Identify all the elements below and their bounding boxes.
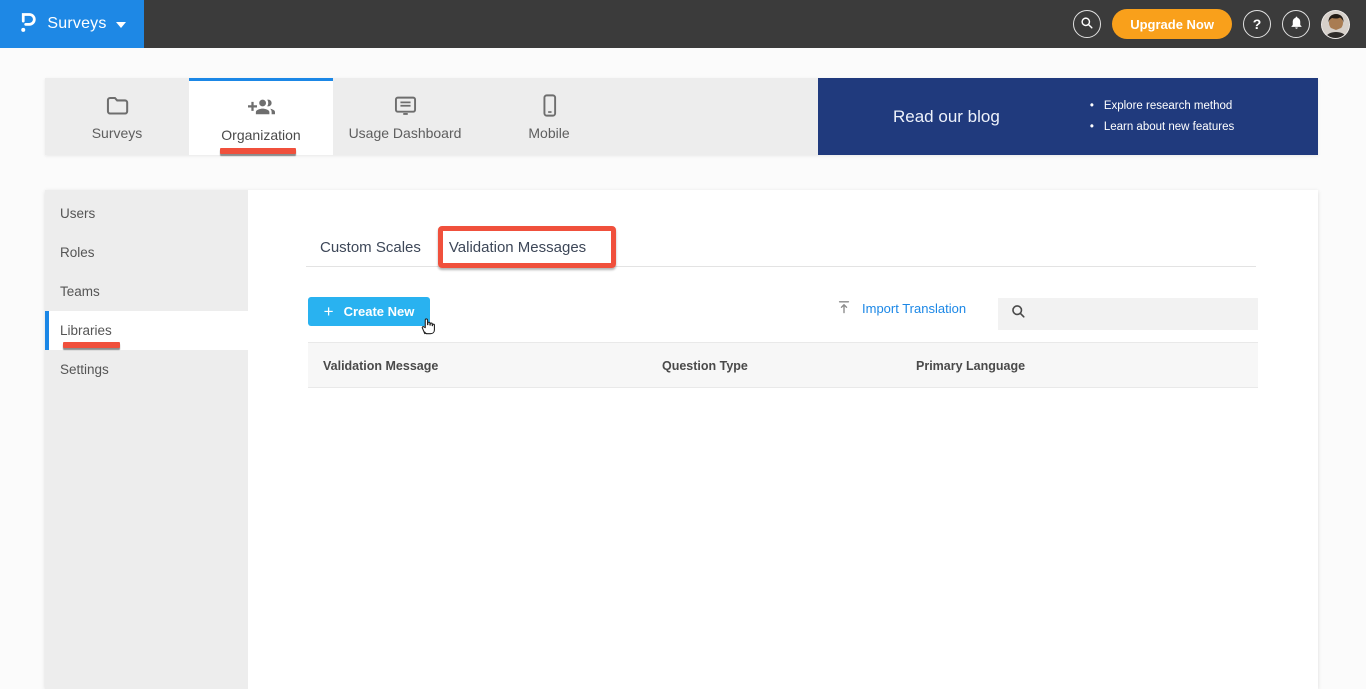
nav-tab-organization[interactable]: Organization bbox=[189, 78, 333, 155]
tab-label: Validation Messages bbox=[448, 238, 587, 256]
folder-icon bbox=[104, 92, 131, 119]
nav-tab-label: Mobile bbox=[528, 125, 570, 141]
sidebar-item-label: Settings bbox=[60, 362, 109, 377]
org-sidebar: Users Roles Teams Libraries Settings bbox=[45, 190, 248, 689]
nav-tab-label: Organization bbox=[221, 126, 301, 143]
user-avatar[interactable] bbox=[1321, 9, 1350, 39]
smartphone-icon bbox=[536, 92, 563, 119]
nav-tab-surveys[interactable]: Surveys bbox=[45, 78, 189, 155]
tab-custom-scales[interactable]: Custom Scales bbox=[306, 228, 435, 266]
chevron-down-icon bbox=[115, 22, 126, 28]
nav-tab-label: Surveys bbox=[91, 125, 143, 141]
sidebar-item-teams[interactable]: Teams bbox=[45, 272, 248, 311]
bell-icon bbox=[1289, 15, 1304, 33]
organization-panel: Users Roles Teams Libraries Settings Cus… bbox=[45, 190, 1318, 689]
import-translation-link[interactable]: Import Translation bbox=[836, 296, 966, 320]
upgrade-now-button[interactable]: Upgrade Now bbox=[1112, 9, 1232, 39]
tab-label: Custom Scales bbox=[320, 238, 421, 256]
questionpro-logo-icon bbox=[18, 9, 38, 40]
notifications-button[interactable] bbox=[1282, 10, 1310, 38]
create-new-button[interactable]: + Create New bbox=[308, 297, 430, 326]
search-icon bbox=[1010, 303, 1027, 325]
app-switcher[interactable]: Surveys bbox=[0, 0, 144, 48]
search-button[interactable] bbox=[1073, 10, 1102, 38]
libraries-content: Custom Scales Validation Messages + Crea… bbox=[248, 190, 1318, 689]
dashboard-screen-icon bbox=[392, 92, 419, 119]
brand-label: Surveys bbox=[47, 15, 107, 32]
sidebar-item-users[interactable]: Users bbox=[45, 194, 248, 233]
nav-tab-usage-dashboard[interactable]: Usage Dashboard bbox=[333, 78, 477, 155]
promo-bullet: Explore research method bbox=[1090, 96, 1234, 117]
column-header-validation-message: Validation Message bbox=[323, 359, 439, 373]
help-button[interactable]: ? bbox=[1243, 10, 1271, 38]
top-bar: Surveys Upgrade Now ? bbox=[0, 0, 1366, 48]
tab-validation-messages[interactable]: Validation Messages bbox=[435, 228, 600, 267]
sidebar-item-label: Teams bbox=[60, 284, 100, 299]
import-translation-label: Import Translation bbox=[862, 300, 967, 316]
sidebar-item-label: Users bbox=[60, 206, 96, 221]
annotation-underline-libraries bbox=[63, 342, 120, 348]
column-header-question-type: Question Type bbox=[662, 359, 748, 373]
promo-title: Read our blog bbox=[893, 106, 1000, 126]
create-new-label: Create New bbox=[343, 304, 415, 319]
annotation-underline-organization bbox=[220, 148, 296, 154]
nav-tab-label: Usage Dashboard bbox=[348, 125, 462, 141]
sidebar-item-label: Roles bbox=[60, 245, 95, 260]
module-nav: Surveys Organization Usage Dashboard Mob… bbox=[45, 78, 1318, 155]
sidebar-item-roles[interactable]: Roles bbox=[45, 233, 248, 272]
sidebar-item-settings[interactable]: Settings bbox=[45, 350, 248, 389]
plus-icon: + bbox=[323, 302, 334, 321]
blog-promo-panel[interactable]: Read our blog Explore research method Le… bbox=[818, 78, 1318, 155]
promo-bullet-list: Explore research method Learn about new … bbox=[1090, 96, 1234, 138]
library-tabs: Custom Scales Validation Messages bbox=[306, 228, 1256, 267]
validation-table-header: Validation Message Question Type Primary… bbox=[308, 342, 1258, 388]
sidebar-item-label: Libraries bbox=[60, 323, 112, 338]
nav-tab-mobile[interactable]: Mobile bbox=[477, 78, 621, 155]
column-header-primary-language: Primary Language bbox=[916, 359, 1026, 373]
help-icon: ? bbox=[1252, 16, 1262, 32]
table-search[interactable] bbox=[998, 298, 1258, 330]
search-icon bbox=[1079, 15, 1095, 34]
upload-icon bbox=[836, 299, 852, 318]
promo-bullet: Learn about new features bbox=[1090, 117, 1234, 138]
sidebar-item-libraries[interactable]: Libraries bbox=[45, 311, 248, 350]
group-add-icon bbox=[247, 94, 275, 121]
search-input[interactable] bbox=[1035, 298, 1258, 330]
